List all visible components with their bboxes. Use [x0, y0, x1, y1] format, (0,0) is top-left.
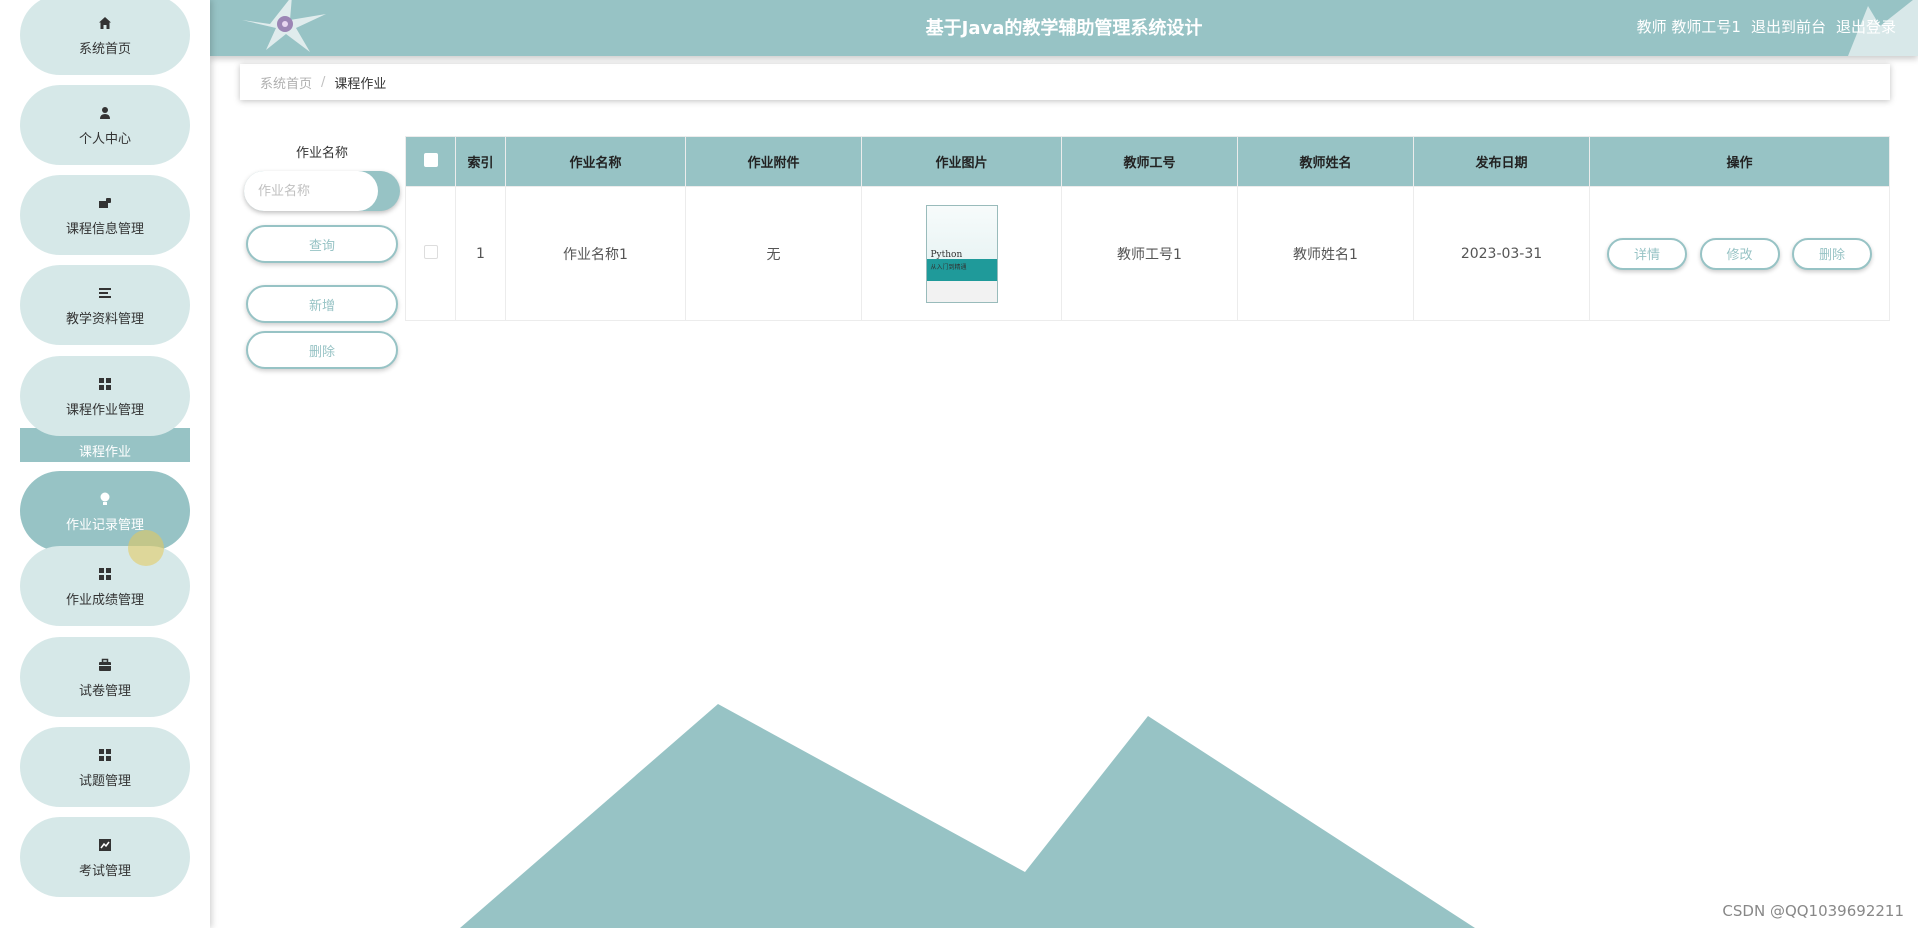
breadcrumb: 系统首页 / 课程作业 [240, 64, 1890, 100]
sidebar-item-label: 系统首页 [78, 41, 131, 57]
top-header: 基于Java的教学辅助管理系统设计 教师 教师工号1 退出到前台 退出登录 [210, 0, 1918, 56]
grid-icon [96, 565, 114, 583]
cursor-highlight [128, 530, 164, 566]
select-all-checkbox[interactable] [423, 152, 438, 167]
mountains-decoration [460, 704, 1475, 928]
delete-button[interactable]: 删除 [1791, 237, 1872, 270]
bulb-icon [96, 490, 114, 508]
sidebar-item-label: 作业记录管理 [65, 517, 144, 533]
select-all-header [405, 136, 456, 187]
cell-date: 2023-03-31 [1413, 186, 1590, 321]
search-panel: 作业名称 查询 新增 删除 [244, 142, 400, 369]
sidebar-item-label: 作业成绩管理 [65, 592, 144, 608]
user-icon [96, 104, 114, 122]
search-label: 作业名称 [295, 146, 348, 161]
sidebar-item-home[interactable]: 系统首页 [20, 0, 190, 75]
exit-front-link[interactable]: 退出到前台 [1751, 16, 1826, 37]
watermark: CSDN @QQ1039692211 [1722, 902, 1904, 920]
homework-image[interactable]: Python 从入门到精通 [925, 204, 998, 303]
sidebar-item-label: 考试管理 [78, 863, 131, 879]
briefcase-icon [96, 656, 114, 674]
batch-delete-button[interactable]: 删除 [246, 331, 398, 369]
sidebar-item-papers[interactable]: 试卷管理 [20, 637, 190, 717]
column-header: 作业名称 [505, 136, 686, 187]
cell-teacher-id: 教师工号1 [1061, 186, 1238, 321]
sidebar-item-label: 课程作业管理 [65, 402, 144, 418]
cell-teacher-name: 教师姓名1 [1237, 186, 1414, 321]
sidebar-item-questions[interactable]: 试题管理 [20, 727, 190, 807]
column-header: 作业附件 [685, 136, 862, 187]
cell-actions: 详情 修改 删除 [1589, 186, 1890, 321]
cell-index: 1 [455, 186, 506, 321]
sidebar-item-profile[interactable]: 个人中心 [20, 85, 190, 165]
column-header: 作业图片 [861, 136, 1062, 187]
column-header: 发布日期 [1413, 136, 1590, 187]
column-header: 索引 [455, 136, 506, 187]
add-button[interactable]: 新增 [246, 285, 398, 323]
sidebar-item-label: 个人中心 [78, 131, 131, 147]
sidebar-item-label: 试卷管理 [78, 683, 131, 699]
list-icon [96, 284, 114, 302]
sidebar-item-homework[interactable]: 课程作业管理 [20, 356, 190, 436]
breadcrumb-home[interactable]: 系统首页 [260, 73, 312, 92]
sidebar-item-grades[interactable]: 作业成绩管理 [20, 546, 190, 626]
book-title: Python [930, 249, 963, 260]
chart-icon [96, 836, 114, 854]
grid-icon [96, 746, 114, 764]
sidebar-item-label: 试题管理 [78, 773, 131, 789]
cell-attachment: 无 [685, 186, 862, 321]
query-button[interactable]: 查询 [246, 225, 398, 263]
homework-table: 索引 作业名称 作业附件 作业图片 教师工号 教师姓名 发布日期 操作 1 作业… [405, 136, 1890, 321]
sidebar-item-label: 教学资料管理 [65, 311, 144, 327]
user-role-label: 教师 教师工号1 [1636, 18, 1741, 36]
detail-button[interactable]: 详情 [1607, 237, 1688, 270]
sidebar-item-materials[interactable]: 教学资料管理 [20, 265, 190, 345]
cell-image: Python 从入门到精通 [861, 186, 1062, 321]
breadcrumb-separator: / [321, 74, 326, 90]
search-input[interactable] [244, 171, 378, 211]
row-select-cell [405, 186, 456, 321]
grid-icon [96, 375, 114, 393]
sidebar-item-label: 课程信息管理 [65, 221, 144, 237]
book-subtitle: 从入门到精通 [930, 263, 967, 271]
table-row: 1 作业名称1 无 Python 从入门到精通 教师工号1 教师姓名1 2023… [405, 186, 1890, 321]
column-header: 教师工号 [1061, 136, 1238, 187]
sidebar: 系统首页 个人中心 课程信息管理 教学资料管理 课程作业 课程作业管理 作业记录… [0, 0, 210, 928]
table-header-row: 索引 作业名称 作业附件 作业图片 教师工号 教师姓名 发布日期 操作 [405, 136, 1890, 187]
column-header: 教师姓名 [1237, 136, 1414, 187]
user-area: 教师 教师工号1 退出到前台 退出登录 [1637, 16, 1896, 37]
breadcrumb-current: 课程作业 [334, 76, 387, 92]
search-input-wrapper [244, 171, 400, 211]
cell-name: 作业名称1 [505, 186, 686, 321]
sidebar-item-exams[interactable]: 考试管理 [20, 817, 190, 897]
edit-button[interactable]: 修改 [1699, 237, 1780, 270]
sidebar-item-homework-records[interactable]: 作业记录管理 [20, 471, 190, 551]
sidebar-item-course-info[interactable]: 课程信息管理 [20, 175, 190, 255]
logout-link[interactable]: 退出登录 [1836, 16, 1896, 37]
row-checkbox[interactable] [423, 244, 438, 259]
course-icon [96, 194, 114, 212]
home-icon [96, 14, 114, 32]
column-header: 操作 [1589, 136, 1890, 187]
